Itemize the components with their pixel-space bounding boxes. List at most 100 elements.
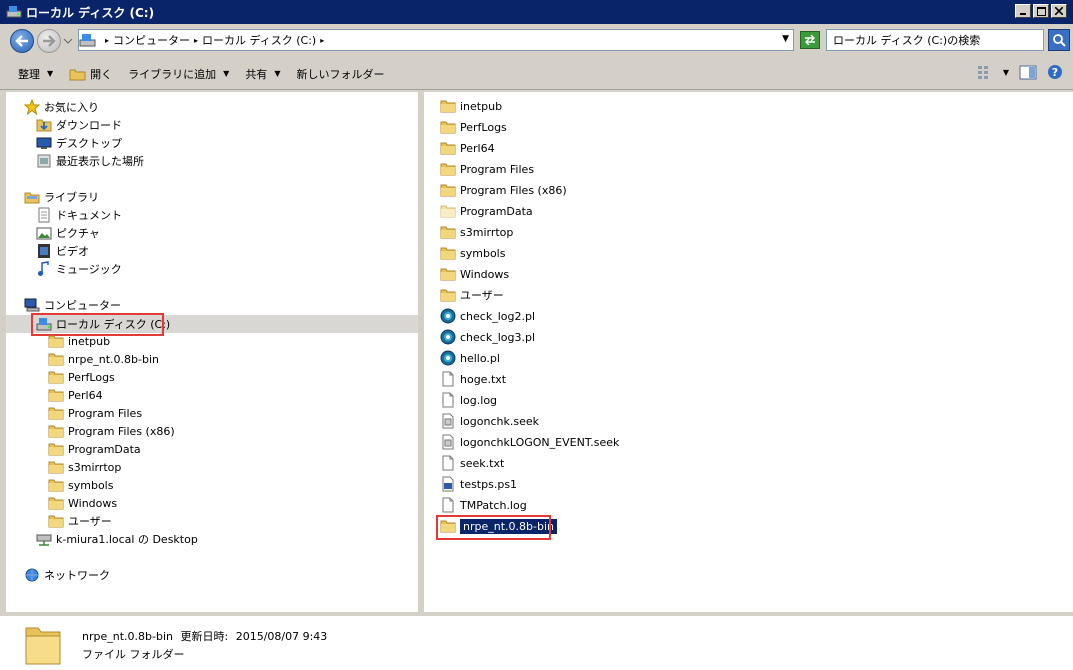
new-folder-button[interactable]: 新しいフォルダー xyxy=(288,62,392,86)
folder-icon xyxy=(440,142,456,155)
file-list-item[interactable]: log.log xyxy=(440,390,497,410)
search-icon xyxy=(1053,34,1066,47)
view-dropdown-icon[interactable]: ▼ xyxy=(1003,68,1009,77)
nav-recent[interactable]: 最近表示した場所 xyxy=(36,152,144,170)
nav-documents[interactable]: ドキュメント xyxy=(36,206,122,224)
search-input[interactable]: ローカル ディスク (C:)の検索 xyxy=(826,29,1044,51)
file-list-item[interactable]: logonchkLOGON_EVENT.seek xyxy=(440,432,619,452)
nav-desktop[interactable]: デスクトップ xyxy=(36,134,122,152)
search-button[interactable] xyxy=(1048,29,1070,51)
text-file-icon xyxy=(442,392,454,408)
nav-network[interactable]: ネットワーク xyxy=(24,566,110,584)
nav-computer[interactable]: コンピューター xyxy=(24,296,121,314)
organize-button[interactable]: 整理 ▼ xyxy=(10,62,61,86)
breadcrumb-arrow-icon[interactable]: ▸ xyxy=(320,36,324,45)
file-list-item[interactable]: Windows xyxy=(440,264,509,284)
nav-subfolder-label: Program Files xyxy=(68,406,143,420)
nav-subfolder-item[interactable]: ユーザー xyxy=(48,512,112,530)
nav-subfolder-label: ProgramData xyxy=(68,442,141,456)
file-name: Program Files (x86) xyxy=(460,183,567,197)
help-icon[interactable]: ? xyxy=(1047,64,1063,80)
nav-subfolder-item[interactable]: ProgramData xyxy=(48,440,141,458)
file-list-item[interactable]: ProgramData xyxy=(440,201,533,221)
nav-subfolder-item[interactable]: nrpe_nt.0.8b-bin xyxy=(48,350,159,368)
drive-icon xyxy=(6,6,22,18)
nav-subfolder-item[interactable]: Program Files (x86) xyxy=(48,422,175,440)
nav-subfolder-item[interactable]: inetpub xyxy=(48,332,110,350)
text-file-icon xyxy=(442,455,454,471)
file-name: hello.pl xyxy=(460,351,500,365)
breadcrumb-computer[interactable]: コンピューター xyxy=(113,32,190,48)
file-name: inetpub xyxy=(460,99,503,113)
file-list-item[interactable]: Program Files xyxy=(440,159,534,179)
file-list-item[interactable]: Program Files (x86) xyxy=(440,180,567,200)
nav-computer-label: コンピューター xyxy=(44,299,121,312)
file-list-item[interactable]: Perl64 xyxy=(440,138,495,158)
address-dropdown-icon[interactable]: ▼ xyxy=(782,34,789,44)
folder-icon xyxy=(48,371,64,384)
file-list-item[interactable]: inetpub xyxy=(440,96,502,116)
details-modified-label: 更新日時: xyxy=(180,630,229,643)
view-options-icon[interactable] xyxy=(977,65,993,79)
nav-libraries[interactable]: ライブラリ xyxy=(24,188,99,206)
add-to-library-button[interactable]: ライブラリに追加 ▼ xyxy=(120,62,237,86)
back-button[interactable] xyxy=(10,29,34,53)
breadcrumb-arrow-icon[interactable]: ▸ xyxy=(194,36,198,45)
forward-button[interactable] xyxy=(37,29,61,53)
svg-text:?: ? xyxy=(1052,66,1058,79)
file-list-item[interactable]: testps.ps1 xyxy=(440,474,517,494)
nav-subfolder-label: Windows xyxy=(68,496,118,510)
nav-subfolder-item[interactable]: Windows xyxy=(48,494,117,512)
folder-icon xyxy=(48,407,64,420)
nav-music[interactable]: ミュージック xyxy=(36,260,122,278)
close-button[interactable] xyxy=(1051,4,1067,18)
folder-icon xyxy=(440,121,456,134)
file-list-item[interactable]: seek.txt xyxy=(440,453,504,473)
file-list-item[interactable]: s3mirrtop xyxy=(440,222,513,242)
file-list-item[interactable]: logonchk.seek xyxy=(440,411,539,431)
chevron-down-icon: ▼ xyxy=(223,69,230,78)
preview-pane-icon[interactable] xyxy=(1019,65,1037,80)
share-button[interactable]: 共有 ▼ xyxy=(237,62,288,86)
refresh-button[interactable] xyxy=(800,31,820,49)
nav-network-drive[interactable]: k-miura1.local の Desktop xyxy=(36,530,198,548)
folder-icon xyxy=(48,461,64,474)
details-line-1: nrpe_nt.0.8b-bin 更新日時: 2015/08/07 9:43 xyxy=(82,628,327,644)
breadcrumb-local-disk[interactable]: ローカル ディスク (C:) xyxy=(202,32,316,48)
perl-script-icon xyxy=(440,329,456,345)
folder-icon xyxy=(48,389,64,402)
file-list-item[interactable]: check_log3.pl xyxy=(440,327,535,347)
history-dropdown-icon[interactable] xyxy=(63,36,73,46)
file-list-item[interactable]: hoge.txt xyxy=(440,369,506,389)
nav-subfolder-item[interactable]: Program Files xyxy=(48,404,142,422)
nav-network-label: ネットワーク xyxy=(44,569,110,582)
nav-subfolder-label: symbols xyxy=(68,478,114,492)
file-list-item[interactable]: check_log2.pl xyxy=(440,306,535,326)
chevron-down-icon: ▼ xyxy=(274,69,281,78)
nav-music-label: ミュージック xyxy=(56,263,122,276)
nav-pictures[interactable]: ピクチャ xyxy=(36,224,100,242)
file-list-item[interactable]: ユーザー xyxy=(440,285,504,305)
address-box[interactable]: ▸ コンピューター ▸ ローカル ディスク (C:) ▸ ▼ xyxy=(78,29,794,51)
maximize-button[interactable] xyxy=(1033,4,1049,18)
nav-subfolder-item[interactable]: s3mirrtop xyxy=(48,458,121,476)
open-button[interactable]: 開く xyxy=(61,62,120,86)
file-name: check_log3.pl xyxy=(460,330,536,344)
file-list-item[interactable]: TMPatch.log xyxy=(440,495,527,515)
file-list-item[interactable]: hello.pl xyxy=(440,348,500,368)
file-name: log.log xyxy=(460,393,498,407)
nav-subfolder-item[interactable]: Perl64 xyxy=(48,386,103,404)
add-to-library-label: ライブラリに追加 xyxy=(128,67,217,81)
nav-videos[interactable]: ビデオ xyxy=(36,242,89,260)
minimize-button[interactable] xyxy=(1015,4,1031,18)
nav-subfolder-item[interactable]: PerfLogs xyxy=(48,368,115,386)
nav-downloads[interactable]: ダウンロード xyxy=(36,116,122,134)
nav-favorites[interactable]: お気に入り xyxy=(24,98,99,116)
nav-subfolder-item[interactable]: symbols xyxy=(48,476,113,494)
file-list-item[interactable]: symbols xyxy=(440,243,505,263)
text-file-icon xyxy=(442,497,454,513)
breadcrumb-arrow-icon[interactable]: ▸ xyxy=(105,36,109,45)
close-icon xyxy=(1055,7,1063,15)
file-list-item[interactable]: PerfLogs xyxy=(440,117,507,137)
file-name: s3mirrtop xyxy=(460,225,514,239)
